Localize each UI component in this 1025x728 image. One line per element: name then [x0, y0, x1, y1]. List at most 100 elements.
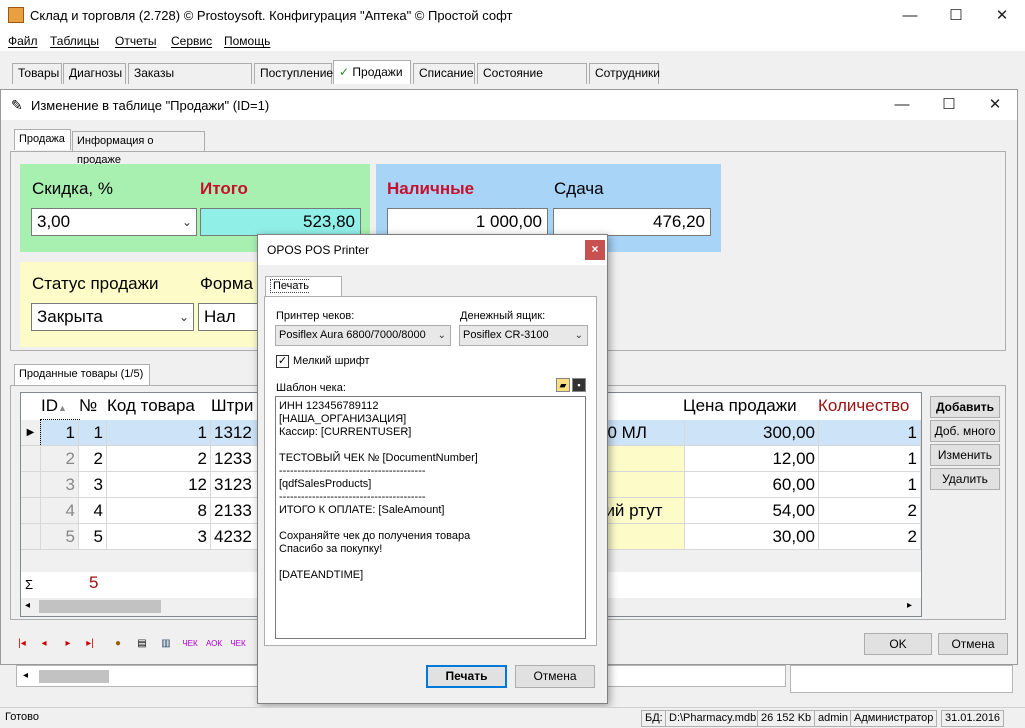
add-button[interactable]: Добавить [930, 396, 1000, 418]
cell-price[interactable]: 54,00 [685, 498, 819, 524]
print-icon[interactable]: ● [110, 636, 126, 652]
edit-button[interactable]: Изменить [930, 444, 1000, 466]
cell-num[interactable]: 2 [79, 446, 107, 472]
col-qty-header[interactable]: Количество [818, 393, 921, 419]
add-many-button[interactable]: Доб. много [930, 420, 1000, 442]
dialog-close-button[interactable]: × [585, 240, 605, 260]
receipt-kkm-icon[interactable]: АОК [206, 636, 222, 652]
cell-name[interactable]: кий ртут [595, 498, 685, 524]
tab-print-receipt[interactable]: Печать чека [265, 276, 342, 311]
tab-stock-state[interactable]: Состояние складов [477, 63, 587, 99]
cell-qty[interactable]: 2 [819, 498, 921, 524]
scroll-thumb[interactable] [39, 600, 161, 613]
cell-barcode[interactable]: 1233 [211, 446, 259, 472]
cell-id[interactable]: 1 [40, 419, 80, 447]
col-code-header[interactable]: Код товара [107, 393, 210, 419]
cell-code[interactable]: 3 [107, 524, 211, 550]
cash-input[interactable]: 1 000,00 [387, 208, 548, 236]
row-indicator[interactable] [21, 446, 41, 472]
tab-receipts[interactable]: Поступление [254, 63, 333, 84]
receipt-copy-icon[interactable]: ЧЕК [230, 636, 246, 652]
row-indicator[interactable]: ▶ [21, 420, 41, 446]
scroll-right-icon[interactable]: ▸ [907, 600, 912, 611]
minimize-button[interactable]: — [887, 0, 933, 31]
discount-combo[interactable]: 3,00 ⌄ [31, 208, 197, 236]
col-num-header[interactable]: № [79, 393, 109, 419]
printer-combo[interactable]: Posiflex Aura 6800/7000/8000 ⌄ [275, 325, 451, 346]
child-minimize-button[interactable]: — [879, 90, 925, 120]
cell-code[interactable]: 8 [107, 498, 211, 524]
menu-help[interactable]: Помощь [224, 34, 270, 48]
tab-employees[interactable]: Сотрудники [589, 63, 660, 84]
maximize-button[interactable]: ☐ [933, 0, 979, 31]
scroll-thumb[interactable] [39, 670, 109, 683]
cell-id[interactable]: 2 [41, 446, 79, 472]
tab-goods[interactable]: Товары [12, 63, 62, 84]
save-icon[interactable]: ▪ [572, 378, 586, 392]
last-record-icon[interactable]: ▸| [82, 636, 98, 652]
close-button[interactable]: ✕ [979, 0, 1025, 31]
tab-sale-info[interactable]: Информация о продаже [72, 131, 205, 166]
sale-status-combo[interactable]: Закрыта ⌄ [31, 303, 194, 331]
col-barcode-header[interactable]: Штри [211, 393, 256, 419]
dialog-cancel-button[interactable]: Отмена [515, 665, 595, 688]
tab-diagnoses[interactable]: Диагнозы [63, 63, 126, 84]
tab-sales[interactable]: ✓ Продажи [333, 60, 411, 84]
cell-name[interactable]: 50 МЛ [595, 420, 685, 446]
cell-price[interactable]: 300,00 [685, 420, 819, 446]
cell-code[interactable]: 12 [107, 472, 211, 498]
cell-barcode[interactable]: 4232 [211, 524, 259, 550]
cell-num[interactable]: 3 [79, 472, 107, 498]
print-button[interactable]: Печать [426, 665, 507, 688]
ok-button[interactable]: OK [864, 633, 932, 655]
cell-name[interactable] [595, 446, 685, 472]
cell-barcode[interactable]: 2133 [211, 498, 259, 524]
next-record-icon[interactable]: ▸ [60, 636, 76, 652]
cell-name[interactable] [595, 524, 685, 550]
child-maximize-button[interactable]: ☐ [926, 90, 972, 120]
cell-qty[interactable]: 1 [819, 472, 921, 498]
tab-sale[interactable]: Продажа [14, 129, 71, 150]
cell-barcode[interactable]: 3123 [211, 472, 259, 498]
cell-num[interactable]: 1 [79, 420, 107, 446]
cell-barcode[interactable]: 1312 [211, 420, 259, 446]
cell-id[interactable]: 5 [41, 524, 79, 550]
first-record-icon[interactable]: |◂ [14, 636, 30, 652]
menu-reports[interactable]: Отчеты [115, 34, 156, 48]
row-indicator[interactable] [21, 472, 41, 498]
delete-button[interactable]: Удалить [930, 468, 1000, 490]
tab-sold-goods[interactable]: Проданные товары (1/5) [14, 364, 150, 385]
receipt-template-textarea[interactable]: ИНН 123456789112 [НАША_ОРГАНИЗАЦИЯ] Кассир… [275, 396, 586, 639]
row-indicator[interactable] [21, 498, 41, 524]
receipt-icon[interactable]: ЧЕК [182, 636, 198, 652]
cancel-button[interactable]: Отмена [938, 633, 1008, 655]
cell-price[interactable]: 30,00 [685, 524, 819, 550]
open-folder-icon[interactable]: ▰ [556, 378, 570, 392]
cell-num[interactable]: 4 [79, 498, 107, 524]
child-close-button[interactable]: ✕ [972, 90, 1018, 120]
menu-service[interactable]: Сервис [171, 34, 212, 48]
col-price-header[interactable]: Цена продажи [683, 393, 818, 419]
cell-num[interactable]: 5 [79, 524, 107, 550]
barcode-icon[interactable]: ▥ [158, 636, 174, 652]
cell-qty[interactable]: 1 [819, 446, 921, 472]
cell-qty[interactable]: 1 [819, 420, 921, 446]
cell-code[interactable]: 2 [107, 446, 211, 472]
row-indicator[interactable] [21, 524, 41, 550]
cell-code[interactable]: 1 [107, 420, 211, 446]
cell-price[interactable]: 12,00 [685, 446, 819, 472]
scroll-left-icon[interactable]: ◂ [23, 670, 28, 681]
drawer-combo[interactable]: Posiflex CR-3100 ⌄ [459, 325, 588, 346]
cell-price[interactable]: 60,00 [685, 472, 819, 498]
menu-file[interactable]: Файл [8, 34, 38, 48]
menu-tables[interactable]: Таблицы [50, 34, 99, 48]
export-icon[interactable]: ▤ [134, 636, 150, 652]
cell-name[interactable] [595, 472, 685, 498]
col-id-header[interactable]: ID▲ [41, 393, 81, 419]
small-font-checkbox[interactable]: ✓ [276, 355, 289, 368]
cell-id[interactable]: 3 [41, 472, 79, 498]
tab-supplier-orders[interactable]: Заказы поставщикам [128, 63, 252, 99]
prev-record-icon[interactable]: ◂ [36, 636, 52, 652]
cell-id[interactable]: 4 [41, 498, 79, 524]
cell-qty[interactable]: 2 [819, 524, 921, 550]
